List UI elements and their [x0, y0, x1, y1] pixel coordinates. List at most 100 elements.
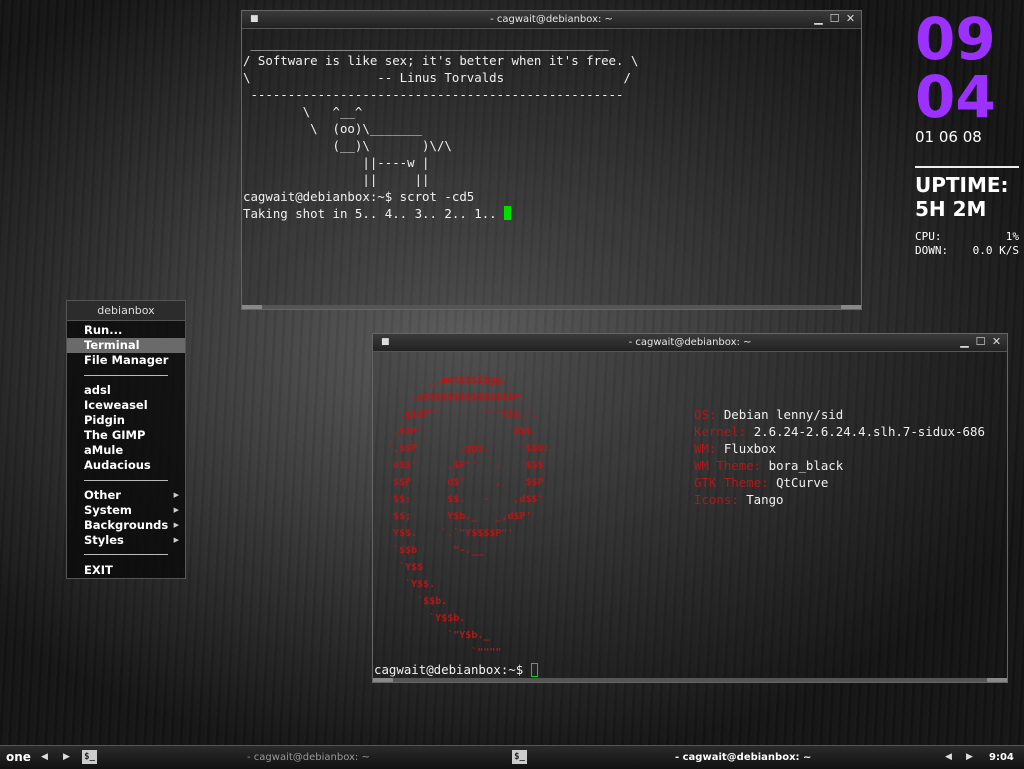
info-label: WM: [694, 441, 724, 456]
info-label: OS: [694, 407, 724, 422]
logo-line: ,g$$$$$$$$$$$$$$$P. [375, 392, 526, 403]
logo-line: `"Y$b._ [375, 630, 490, 641]
system-info-row: WM: Fluxbox [694, 440, 985, 457]
terminal-task-icon[interactable]: $_ [82, 750, 97, 764]
resize-grip-right[interactable] [841, 305, 861, 309]
menu-item-pidgin[interactable]: Pidgin [67, 413, 185, 428]
submenu-arrow-icon: ▶ [173, 506, 179, 514]
root-menu[interactable]: debianbox Run... Terminal File Manager a… [66, 300, 186, 579]
info-value: bora_black [768, 458, 844, 473]
submenu-arrow-icon: ▶ [173, 536, 179, 544]
terminal-prompt-line[interactable]: cagwait@debianbox:~$ [374, 661, 1006, 678]
window-resize-bar[interactable] [242, 305, 861, 309]
logo-line: $$; Y$b._ _,d$P' [375, 511, 532, 522]
uptime-value: 5H 2M [915, 197, 987, 221]
taskbar-clock: 9:04 [989, 752, 1014, 763]
window-resize-bar[interactable] [373, 678, 1007, 682]
prev-window-icon[interactable]: ◀ [945, 746, 952, 769]
terminal-line: cagwait@debianbox:~$ scrot -cd5 [243, 189, 475, 204]
system-info-row: WM Theme: bora_black [694, 457, 985, 474]
logo-line: `$$b "-.__ [375, 545, 484, 556]
shell-prompt: cagwait@debianbox:~$ [374, 662, 531, 677]
window-menu-icon[interactable]: ■ [250, 11, 259, 28]
terminal-output[interactable]: ________________________________________… [243, 35, 860, 222]
cpu-stat: CPU: 1% [915, 230, 1019, 244]
menu-item-amule[interactable]: aMule [67, 443, 185, 458]
system-info-row: OS: Debian lenny/sid [694, 406, 985, 423]
menu-item-label: Styles [84, 533, 124, 547]
menu-title: debianbox [67, 301, 185, 321]
taskbar[interactable]: one ◀ ▶ $_ - cagwait@debianbox: ~ $_ - c… [0, 745, 1024, 769]
menu-separator [84, 480, 168, 481]
terminal-line: \ -- Linus Torvalds / [243, 70, 631, 85]
info-value: Debian lenny/sid [723, 407, 844, 422]
workspace-name[interactable]: one [6, 746, 31, 769]
menu-item-other[interactable]: Other ▶ [67, 488, 185, 503]
minimize-icon[interactable]: ▁ [812, 12, 825, 25]
next-workspace-icon[interactable]: ▶ [63, 746, 70, 769]
menu-item-exit[interactable]: EXIT [67, 563, 185, 578]
menu-item-label: Other [84, 488, 121, 502]
logo-line: `"""" [375, 647, 502, 658]
maximize-icon[interactable]: ☐ [974, 335, 987, 348]
resize-grip-left[interactable] [242, 305, 262, 309]
terminal-titlebar[interactable]: ■ - cagwait@debianbox: ~ ▁ ☐ ✕ [373, 334, 1007, 352]
conky-monitor: 09 04 01 06 08 UPTIME: 5H 2M CPU: 1% DOWN… [915, 10, 1020, 258]
date-display: 01 06 08 [915, 128, 982, 146]
task-button-terminal-1[interactable]: - cagwait@debianbox: ~ [247, 746, 370, 769]
close-icon[interactable]: ✕ [990, 335, 1003, 348]
maximize-icon[interactable]: ☐ [828, 12, 841, 25]
info-value: QtCurve [776, 475, 829, 490]
down-stat: DOWN: 0.0 K/S [915, 244, 1019, 258]
terminal-line: ----------------------------------------… [243, 87, 624, 102]
terminal-window-bottom[interactable]: ■ - cagwait@debianbox: ~ ▁ ☐ ✕ _,met$$$$… [372, 333, 1008, 683]
logo-line: _,met$$$$$gg. [375, 375, 508, 386]
prev-workspace-icon[interactable]: ◀ [41, 746, 48, 769]
logo-line: Y$$. `.`"Y$$$$P"' [375, 528, 514, 539]
menu-item-terminal[interactable]: Terminal [67, 338, 185, 353]
menu-item-adsl[interactable]: adsl [67, 383, 185, 398]
terminal-line: Taking shot in 5.. 4.. 3.. 2.. 1.. [243, 205, 860, 222]
conky-divider [915, 166, 1019, 168]
menu-separator [84, 375, 168, 376]
menu-item-styles[interactable]: Styles ▶ [67, 533, 185, 548]
next-window-icon[interactable]: ▶ [966, 746, 973, 769]
minimize-icon[interactable]: ▁ [958, 335, 971, 348]
submenu-arrow-icon: ▶ [173, 491, 179, 499]
down-value: 0.0 K/S [972, 244, 1019, 257]
menu-item-run[interactable]: Run... [67, 323, 185, 338]
window-menu-icon[interactable]: ■ [381, 334, 390, 351]
logo-line: `Y$$. [375, 579, 436, 590]
menu-item-iceweasel[interactable]: Iceweasel [67, 398, 185, 413]
close-icon[interactable]: ✕ [844, 12, 857, 25]
task-button-terminal-2[interactable]: - cagwait@debianbox: ~ [675, 746, 811, 769]
terminal-line: \ ^__^ [243, 104, 363, 119]
terminal-line: || || [243, 172, 430, 187]
cpu-value: 1% [1005, 230, 1019, 243]
resize-grip-left[interactable] [373, 678, 393, 682]
terminal-window-top[interactable]: ■ - cagwait@debianbox: ~ ▁ ☐ ✕ _________… [241, 10, 862, 310]
menu-item-gimp[interactable]: The GIMP [67, 428, 185, 443]
system-info-row: Kernel: 2.6.24-2.6.24.4.slh.7-sidux-686 [694, 423, 985, 440]
resize-grip-right[interactable] [987, 678, 1007, 682]
menu-item-backgrounds[interactable]: Backgrounds ▶ [67, 518, 185, 533]
terminal-task-icon[interactable]: $_ [512, 750, 527, 764]
text-cursor [530, 663, 538, 677]
submenu-arrow-icon: ▶ [173, 521, 179, 529]
window-title: - cagwait@debianbox: ~ [628, 337, 752, 348]
terminal-line: (__)\ )\/\ [243, 138, 452, 153]
clock-minute: 04 [915, 63, 996, 131]
info-label: Kernel: [694, 424, 754, 439]
clock-hour: 09 [915, 5, 996, 73]
logo-line: `Y$$b. [375, 613, 466, 624]
info-label: Icons: [694, 492, 747, 507]
info-value: Tango [746, 492, 784, 507]
menu-item-file-manager[interactable]: File Manager [67, 353, 185, 368]
menu-item-system[interactable]: System ▶ [67, 503, 185, 518]
system-info-row: Icons: Tango [694, 491, 985, 508]
terminal-titlebar[interactable]: ■ - cagwait@debianbox: ~ ▁ ☐ ✕ [242, 11, 861, 29]
logo-line: `Y$$ [375, 562, 424, 573]
menu-item-audacious[interactable]: Audacious [67, 458, 185, 473]
info-label: GTK Theme: [694, 475, 777, 490]
terminal-line: \ (oo)\_______ [243, 121, 423, 136]
